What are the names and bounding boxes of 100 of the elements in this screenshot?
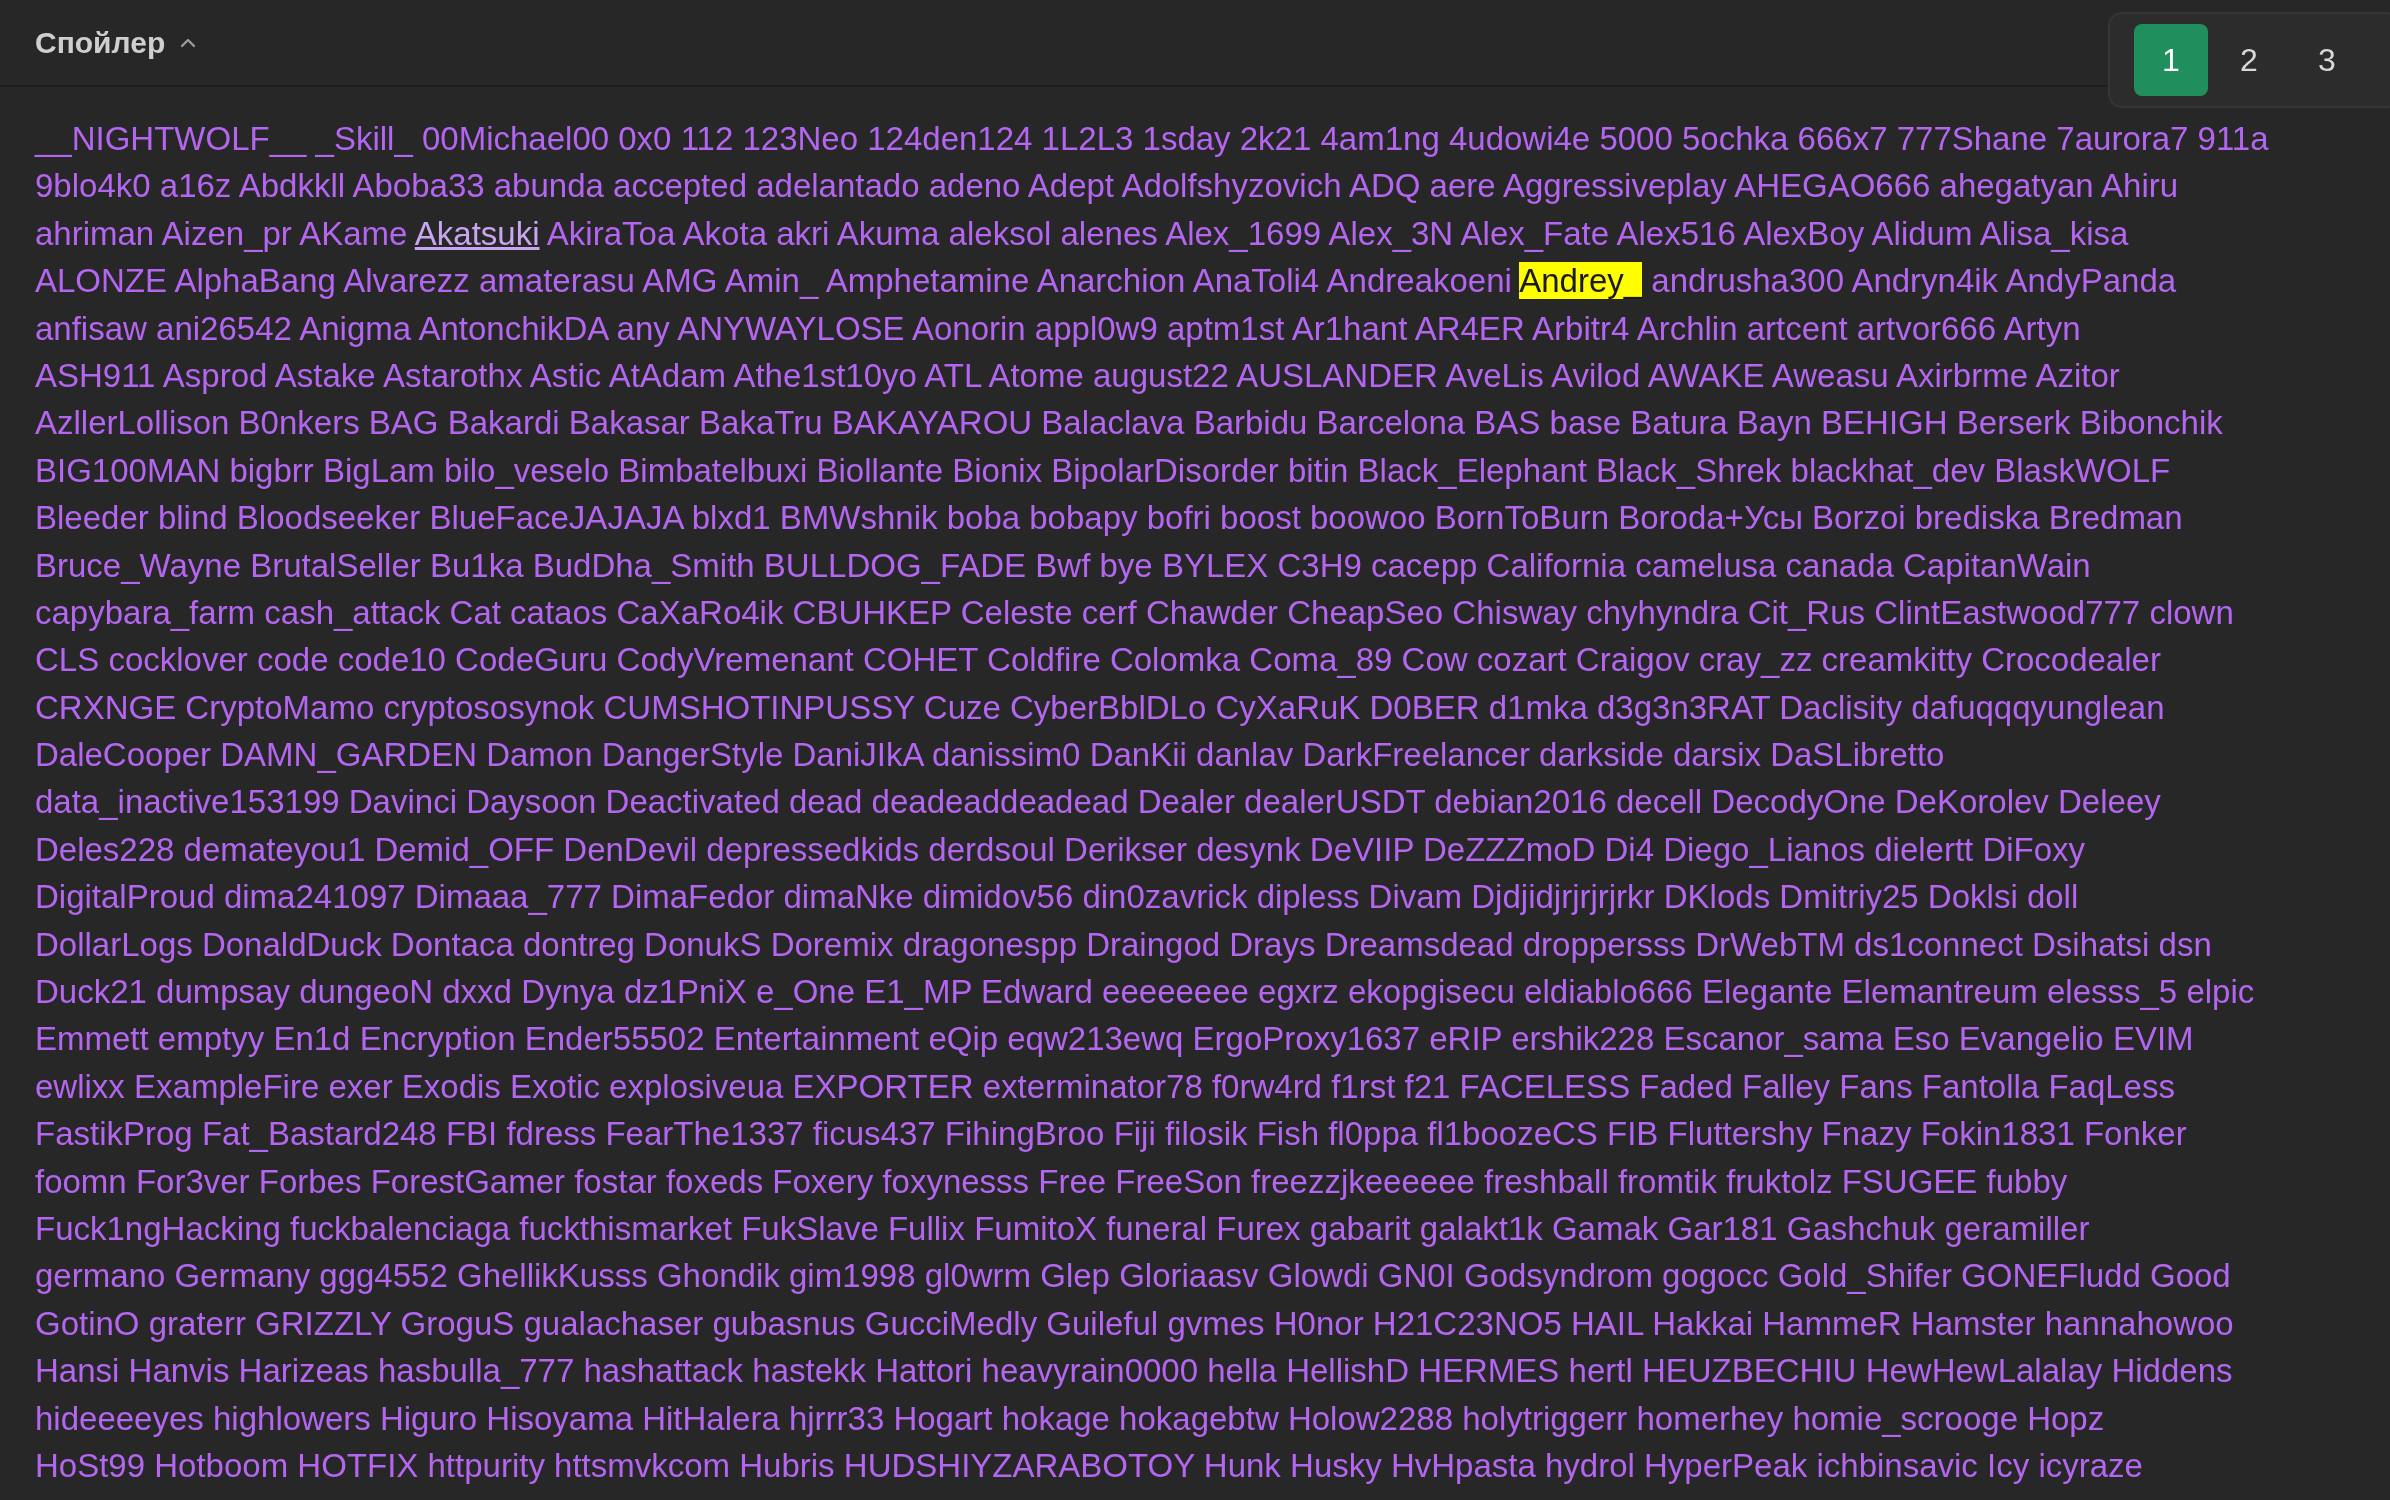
username-link[interactable]: HammeR xyxy=(1762,1304,1902,1342)
username-link[interactable]: hertl xyxy=(1568,1352,1633,1390)
username-link[interactable]: aptm1st xyxy=(1166,309,1285,347)
username-link[interactable]: Faded xyxy=(1639,1067,1733,1105)
username-link[interactable]: Dsihatsi xyxy=(2032,925,2150,963)
username-link[interactable]: GroguS xyxy=(400,1304,515,1342)
username-link[interactable]: Akuma xyxy=(836,214,940,252)
username-link[interactable]: Alvarezz xyxy=(343,262,470,300)
username-link[interactable]: Ahiru xyxy=(2101,167,2179,205)
username-link[interactable]: AnaToli4 xyxy=(1192,262,1320,300)
username-link[interactable]: ANYWAYLOSE xyxy=(677,309,905,347)
username-link[interactable]: 666x7 xyxy=(1797,120,1888,157)
username-link[interactable]: Falley xyxy=(1742,1067,1831,1105)
username-link[interactable]: 0x0 xyxy=(618,120,672,157)
username-link[interactable]: funeral xyxy=(1106,1210,1208,1247)
username-link[interactable]: Eso xyxy=(1892,1020,1950,1058)
username-link[interactable]: hella xyxy=(1207,1352,1277,1390)
username-link[interactable]: Amin_ xyxy=(724,262,819,300)
username-link[interactable]: H0nor xyxy=(1273,1304,1364,1342)
username-link[interactable]: ahriman xyxy=(35,214,155,252)
chevron-icon[interactable] xyxy=(179,36,198,49)
username-link[interactable]: ATL xyxy=(924,356,982,394)
username-link[interactable]: akri xyxy=(776,214,830,252)
username-link[interactable]: highlowers xyxy=(213,1399,371,1437)
username-link[interactable]: EVIM xyxy=(2112,1020,2194,1058)
username-link[interactable]: Aboba33 xyxy=(352,167,485,205)
username-link[interactable]: ichbinsavic xyxy=(1816,1446,1978,1484)
username-link[interactable]: egxrz xyxy=(1258,973,1339,1011)
username-link[interactable]: Holow2288 xyxy=(1287,1399,1454,1437)
username-link[interactable]: heavyrain0000 xyxy=(981,1352,1199,1390)
username-link[interactable]: Bredman xyxy=(2048,499,2183,537)
username-link[interactable]: hokagebtw xyxy=(1119,1399,1279,1437)
username-link[interactable]: ficus437 xyxy=(812,1115,936,1153)
username-link[interactable]: Furex xyxy=(1216,1210,1301,1247)
username-link[interactable]: bilo_veselo xyxy=(444,451,610,489)
username-link[interactable]: AlphaBang xyxy=(174,262,336,300)
username-link[interactable]: BAG xyxy=(368,404,439,442)
username-link[interactable]: Edward xyxy=(981,973,1093,1011)
username-link[interactable]: Ender55502 xyxy=(524,1020,705,1058)
username-link[interactable]: ds1connect xyxy=(1854,925,2023,963)
username-link[interactable]: Bruce_Wayne xyxy=(35,546,242,584)
username-link[interactable]: adeno xyxy=(928,167,1021,205)
username-link[interactable]: Aizen_pr xyxy=(161,214,292,252)
username-link[interactable]: Gold_Shifer xyxy=(1777,1257,1952,1295)
username-link[interactable]: CLS xyxy=(35,641,100,679)
username-link[interactable]: Bimbatelbuxi xyxy=(618,451,808,489)
username-link[interactable]: fuckbalenciaga xyxy=(289,1210,511,1247)
username-link[interactable]: Artyn xyxy=(2003,309,2081,347)
username-link[interactable]: Fnazy xyxy=(1821,1115,1912,1153)
username-link[interactable]: __NIGHTWOLF__ xyxy=(35,120,307,157)
username-link[interactable]: fostar xyxy=(574,1162,657,1200)
username-link[interactable]: BAS xyxy=(1474,404,1541,442)
page-button[interactable]: 3 xyxy=(2290,24,2364,96)
username-link[interactable]: C3H9 xyxy=(1277,546,1362,584)
username-link[interactable]: Bwf xyxy=(1035,546,1091,584)
username-link[interactable]: CodyVremenant xyxy=(616,641,854,679)
username-link[interactable]: Encryption xyxy=(359,1020,516,1058)
username-link[interactable]: boost xyxy=(1220,499,1301,537)
username-link[interactable]: COHET xyxy=(862,641,978,679)
username-link[interactable]: Harizeas xyxy=(238,1352,369,1390)
username-link[interactable]: DrWebTM xyxy=(1695,925,1845,963)
username-link[interactable]: DeKorolev xyxy=(1894,783,2049,821)
username-link[interactable]: DAMN_GARDEN xyxy=(220,736,477,774)
username-link[interactable]: CBUHKEP xyxy=(792,593,952,631)
username-link[interactable]: Coldfire xyxy=(987,641,1101,679)
username-link[interactable]: Asprod xyxy=(162,356,268,394)
username-link[interactable]: eeeeeeee xyxy=(1102,973,1249,1011)
username-link[interactable]: DonaldDuck xyxy=(201,925,382,963)
username-link[interactable]: hastekk xyxy=(752,1352,866,1390)
username-link[interactable]: BornToBurn xyxy=(1434,499,1610,537)
username-link[interactable]: Azitor xyxy=(2035,356,2120,394)
username-link[interactable]: HERMES xyxy=(1418,1352,1560,1390)
username-link[interactable]: GN0I xyxy=(1377,1257,1455,1295)
username-link[interactable]: hideeeeyes xyxy=(35,1399,204,1437)
username-link[interactable]: Black_Shrek xyxy=(1596,451,1782,489)
username-link[interactable]: bobapy xyxy=(1029,499,1138,537)
username-link[interactable]: CapitanWain xyxy=(1903,546,2091,584)
username-link[interactable]: dxxd xyxy=(442,973,512,1011)
username-link[interactable]: hashattack xyxy=(583,1352,744,1390)
username-link[interactable]: elpic xyxy=(2186,973,2255,1011)
username-link[interactable]: brediska xyxy=(1914,499,2040,537)
username-link[interactable]: dima241097 xyxy=(223,878,406,916)
username-link[interactable]: httpurity xyxy=(427,1446,545,1484)
username-link[interactable]: Chisway xyxy=(1452,593,1578,631)
username-link[interactable]: DollarLogs xyxy=(35,925,193,963)
username-link[interactable]: dumpsay xyxy=(156,973,290,1011)
username-link[interactable]: andrusha300 xyxy=(1651,262,1844,300)
username-link[interactable]: Chawder xyxy=(1145,593,1279,631)
username-link[interactable]: dsn xyxy=(2158,925,2212,963)
username-link[interactable]: danlav xyxy=(1196,736,1294,774)
username-link[interactable]: depressedkids xyxy=(706,830,920,868)
username-link[interactable]: FumitoX xyxy=(974,1210,1097,1247)
username-link[interactable]: desynk xyxy=(1196,830,1301,868)
username-link[interactable]: eRIP xyxy=(1429,1020,1502,1058)
username-link[interactable]: DigitalProud xyxy=(35,878,215,916)
username-link[interactable]: _Skill_ xyxy=(315,120,413,157)
username-link[interactable]: CheapSeo xyxy=(1287,593,1444,631)
username-link[interactable]: Bloodseeker xyxy=(236,499,421,537)
username-link[interactable]: darkside xyxy=(1539,736,1664,774)
username-link[interactable]: Hotboom xyxy=(154,1446,289,1484)
